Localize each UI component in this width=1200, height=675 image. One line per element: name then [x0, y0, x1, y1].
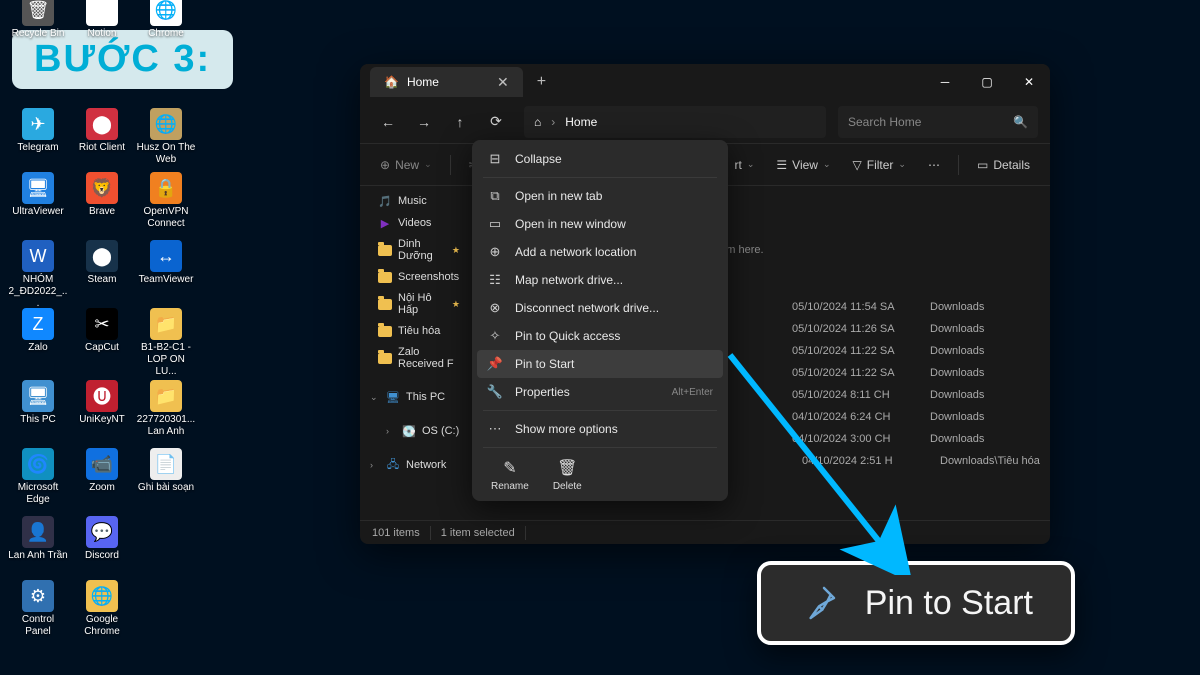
desktop-icon[interactable]: NNotion	[72, 0, 132, 40]
desktop: 🗑Recycle BinNNotion🌐Chrome ✈Telegram⬤Riot…	[0, 0, 360, 660]
search-placeholder: Search Home	[848, 115, 921, 129]
context-item[interactable]: ☷Map network drive...	[477, 266, 723, 294]
context-item[interactable]: ⋯Show more options	[477, 415, 723, 443]
chevron-right-icon: ›	[551, 115, 555, 129]
address-bar[interactable]: ⌂ › Home	[524, 106, 826, 138]
desktop-icon[interactable]: ZZalo	[8, 308, 68, 354]
context-action[interactable]: ✎Rename	[491, 458, 529, 492]
desktop-icon[interactable]: 🖥This PC	[8, 380, 68, 426]
desktop-icon[interactable]: 🌐Husz On The Web	[136, 108, 196, 166]
filter-button[interactable]: ▽Filter⌄	[845, 154, 914, 176]
desktop-icon[interactable]: 🌐Chrome	[136, 0, 196, 40]
callout-pin-to-start: Pin to Start	[757, 561, 1075, 645]
details-icon: ▭	[977, 158, 988, 172]
tree-item[interactable]: ›🖧Network	[360, 454, 470, 476]
view-button[interactable]: ☰View⌄	[768, 154, 838, 176]
view-icon: ☰	[776, 158, 787, 172]
sort-button[interactable]: rt⌄	[727, 154, 763, 176]
sidebar-item[interactable]: 🎵Music	[360, 190, 470, 212]
context-item[interactable]: 📌Pin to Start	[477, 350, 723, 378]
sidebar-item[interactable]: Nội Hô Hấp★	[360, 288, 470, 320]
more-button[interactable]: ⋯	[920, 154, 948, 176]
desktop-icon[interactable]: ⬤Steam	[72, 240, 132, 286]
status-selected: 1 item selected	[441, 527, 515, 539]
window-controls: ─ ▢ ✕	[924, 64, 1050, 100]
tree-item[interactable]: ›💽OS (C:)	[360, 420, 470, 442]
tab-home[interactable]: 🏠 Home ✕	[370, 67, 523, 97]
context-item[interactable]: ⧉Open in new tab	[477, 182, 723, 210]
desktop-icon[interactable]: 🦁Brave	[72, 172, 132, 218]
desktop-icon[interactable]: 👤Lan Anh Trần	[8, 516, 68, 562]
desktop-icon[interactable]: 🖥UltraViewer	[8, 172, 68, 218]
context-item[interactable]: ⊕Add a network location	[477, 238, 723, 266]
status-count: 101 items	[372, 527, 420, 539]
title-bar: 🏠 Home ✕ + ─ ▢ ✕	[360, 64, 1050, 100]
filter-icon: ▽	[853, 158, 862, 172]
desktop-icon[interactable]: 🗑Recycle Bin	[8, 0, 68, 40]
plus-icon: ⊕	[380, 158, 390, 172]
home-nav-icon: ⌂	[534, 115, 541, 129]
desktop-icon[interactable]: 📁B1-B2-C1 - LOP ON LU...	[136, 308, 196, 378]
desktop-icon[interactable]: 🌐Google Chrome	[72, 580, 132, 638]
search-icon: 🔍	[1013, 115, 1028, 129]
desktop-icon[interactable]: ⬤Riot Client	[72, 108, 132, 154]
context-item[interactable]: ⊗Disconnect network drive...	[477, 294, 723, 322]
close-button[interactable]: ✕	[1008, 64, 1050, 100]
nav-bar: ← → ↑ ⟳ ⌂ › Home Search Home 🔍	[360, 100, 1050, 144]
tab-title: Home	[407, 75, 439, 89]
callout-text: Pin to Start	[865, 584, 1033, 623]
sidebar: 🎵Music▶VideosDinh Dưỡng★ScreenshotsNội H…	[360, 186, 470, 520]
context-item[interactable]: ✧Pin to Quick access	[477, 322, 723, 350]
desktop-icon[interactable]: 🔒OpenVPN Connect	[136, 172, 196, 230]
refresh-button[interactable]: ⟳	[480, 106, 512, 138]
desktop-icon[interactable]: 📄Ghi bài soạn	[136, 448, 196, 494]
sidebar-item[interactable]: Tiêu hóa	[360, 320, 470, 342]
sidebar-item[interactable]: Zalo Received F	[360, 342, 470, 374]
up-button[interactable]: ↑	[444, 106, 476, 138]
pin-icon	[799, 583, 839, 623]
back-button[interactable]: ←	[372, 106, 404, 138]
sidebar-item[interactable]: Screenshots	[360, 266, 470, 288]
home-icon: 🏠	[384, 75, 399, 89]
context-item[interactable]: ▭Open in new window	[477, 210, 723, 238]
desktop-icon[interactable]: 🌀Microsoft Edge	[8, 448, 68, 506]
close-tab-icon[interactable]: ✕	[497, 74, 509, 91]
search-input[interactable]: Search Home 🔍	[838, 106, 1038, 138]
new-tab-button[interactable]: +	[537, 73, 546, 91]
context-item[interactable]: ⊟Collapse	[477, 145, 723, 173]
desktop-icon[interactable]: 🅤UniKeyNT	[72, 380, 132, 426]
desktop-icon[interactable]: ✈Telegram	[8, 108, 68, 154]
desktop-icon[interactable]: WNHÓM 2_ĐD2022_...	[8, 240, 68, 310]
forward-button[interactable]: →	[408, 106, 440, 138]
breadcrumb: Home	[565, 115, 597, 129]
context-menu: ⊟Collapse ⧉Open in new tab▭Open in new wi…	[472, 140, 728, 501]
context-item[interactable]: 🔧PropertiesAlt+Enter	[477, 378, 723, 406]
desktop-icon[interactable]: 📹Zoom	[72, 448, 132, 494]
desktop-icon[interactable]: 📁227720301... Lan Anh	[136, 380, 196, 438]
context-action[interactable]: 🗑Delete	[553, 458, 582, 492]
maximize-button[interactable]: ▢	[966, 64, 1008, 100]
details-button[interactable]: ▭Details	[969, 154, 1038, 176]
desktop-icon[interactable]: ↔TeamViewer	[136, 240, 196, 286]
sidebar-item[interactable]: ▶Videos	[360, 212, 470, 234]
tree-item[interactable]: ⌄🖥This PC	[360, 386, 470, 408]
desktop-icon[interactable]: ⚙Control Panel	[8, 580, 68, 638]
desktop-icon[interactable]: 💬Discord	[72, 516, 132, 562]
minimize-button[interactable]: ─	[924, 64, 966, 100]
new-button[interactable]: ⊕ New ⌄	[372, 154, 440, 176]
status-bar: 101 items 1 item selected	[360, 520, 1050, 544]
sidebar-item[interactable]: Dinh Dưỡng★	[360, 234, 470, 266]
desktop-icon[interactable]: ✂CapCut	[72, 308, 132, 354]
